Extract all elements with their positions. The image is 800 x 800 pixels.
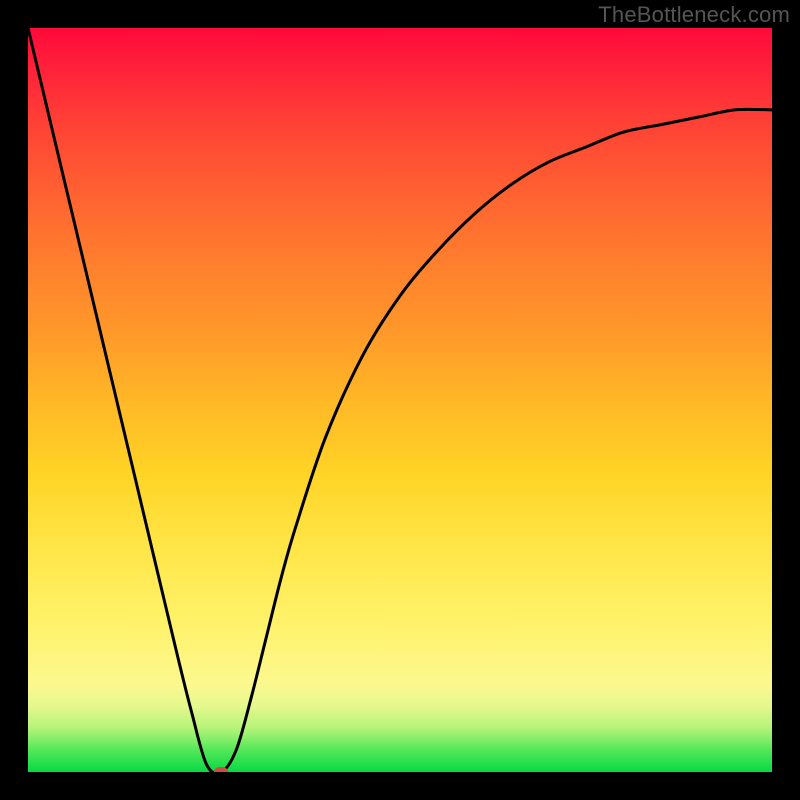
chart-frame: TheBottleneck.com [0,0,800,800]
plot-area [28,28,772,772]
bottleneck-curve [28,28,772,772]
optimal-point-marker [214,767,228,772]
watermark-text: TheBottleneck.com [598,2,790,28]
